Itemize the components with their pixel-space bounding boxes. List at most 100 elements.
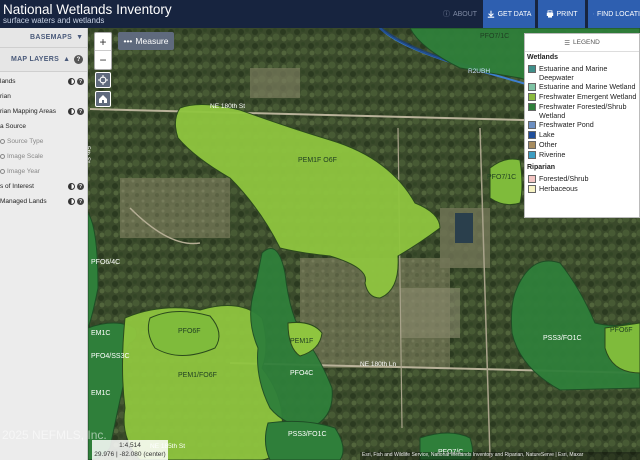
legend-item: Lake: [525, 130, 639, 140]
legend-label: Riverine: [539, 150, 566, 159]
map-label-pfo7a: PFO7/1C: [480, 33, 509, 40]
measure-button[interactable]: ••• Measure: [118, 32, 174, 50]
layer-label: Managed Lands: [0, 198, 47, 205]
legend-swatch: [528, 184, 536, 193]
road-label-1: NE 180th St: [210, 103, 245, 110]
about-label: ABOUT: [452, 10, 478, 18]
help-icon[interactable]: ?: [77, 78, 84, 85]
home-button[interactable]: [95, 91, 111, 107]
legend-tab-label: LEGEND: [573, 39, 600, 46]
legend-item: Herbaceous: [525, 184, 639, 194]
scale-text: 1:4,514: [119, 442, 141, 449]
radio-icon[interactable]: [0, 169, 5, 174]
about-button[interactable]: ⓘ ABOUT: [440, 0, 480, 28]
radio-icon[interactable]: [0, 139, 5, 144]
legend-item: Estuarine and Marine Wetland: [525, 82, 639, 92]
legend-wetlands-title: Wetlands: [527, 54, 558, 61]
layer-row-riparian-mapping-areas[interactable]: rian Mapping Areas ?: [0, 104, 87, 119]
layer-row-areas-of-interest[interactable]: s of Interest ?: [0, 179, 87, 194]
basemaps-header[interactable]: BASEMAPS ▼: [0, 28, 87, 48]
print-button[interactable]: PRINT: [538, 0, 585, 28]
layer-icons: ?: [68, 78, 84, 85]
layer-label: Source Type: [7, 138, 44, 145]
layer-label: Image Scale: [7, 153, 44, 160]
layer-label: a Source: [0, 123, 27, 130]
legend-panel: ☰ LEGEND Wetlands Estuarine and Marine D…: [524, 33, 640, 218]
layer-row-image-year[interactable]: Image Year: [0, 164, 87, 179]
scale-readout: 1:4,514 29.976 | -82.080 (center): [92, 440, 168, 460]
layer-row-wetlands[interactable]: lands ?: [0, 74, 87, 89]
nwi-mapper-app: NE 180th St NE 180th Ln 5th St NE 185th …: [0, 0, 640, 460]
legend-swatch: [528, 92, 536, 101]
map-layers-header[interactable]: MAP LAYERS ▲ ?: [0, 48, 87, 72]
map-label-pfo6f: PFO6F: [178, 328, 201, 335]
map-label-pem1: PEM1F O6F: [298, 157, 337, 164]
radio-icon[interactable]: [0, 154, 5, 159]
legend-item: Other: [525, 140, 639, 150]
legend-item: Freshwater Forested/Shrub Wetland: [525, 102, 639, 120]
opacity-icon[interactable]: [68, 78, 75, 85]
legend-swatch: [528, 64, 536, 73]
basemaps-label: BASEMAPS: [29, 34, 73, 41]
layer-row-riparian[interactable]: rian: [0, 89, 87, 104]
legend-swatch: [528, 150, 536, 159]
map-label-em1c: EM1C: [91, 330, 110, 337]
help-icon[interactable]: ?: [74, 55, 83, 64]
crosshair-icon: [98, 75, 108, 85]
legend-swatch: [528, 174, 536, 183]
chevron-up-icon: ▲: [63, 56, 70, 63]
find-location-label: FIND LOCATI: [596, 10, 640, 18]
layer-row-managed-lands[interactable]: Managed Lands ?: [0, 194, 87, 209]
legend-label: Other: [539, 140, 557, 149]
layer-icons: ?: [68, 108, 84, 115]
layer-row-source-type[interactable]: Source Type: [0, 134, 87, 149]
map-label-pfo4: PFO4/SS3C: [91, 353, 130, 360]
opacity-icon[interactable]: [68, 183, 75, 190]
help-icon[interactable]: ?: [77, 108, 84, 115]
legend-item: Freshwater Emergent Wetland: [525, 92, 639, 102]
download-icon: [487, 10, 494, 18]
print-icon: [546, 10, 553, 18]
locate-button[interactable]: [95, 72, 111, 88]
list-icon: ☰: [564, 39, 571, 47]
legend-label: Freshwater Pond: [539, 120, 594, 129]
zoom-out-button[interactable]: −: [95, 51, 111, 69]
map-label-pem1f: PEM1F: [290, 338, 313, 345]
legend-label: Estuarine and Marine Wetland: [539, 82, 636, 91]
layer-label: s of Interest: [0, 183, 34, 190]
road-label-2: NE 180th Ln: [360, 361, 397, 368]
legend-swatch: [528, 140, 536, 149]
app-header: National Wetlands Inventory surface wate…: [0, 0, 640, 28]
map-label-pss3b: PSS3/FO1C: [543, 335, 582, 342]
legend-item: Freshwater Pond: [525, 120, 639, 130]
help-icon[interactable]: ?: [77, 183, 84, 190]
map-label-pss3: PSS3/FO1C: [288, 431, 327, 438]
get-data-label: GET DATA: [497, 10, 532, 18]
home-icon: [99, 95, 107, 103]
app-title: National Wetlands Inventory: [3, 2, 172, 17]
attribution: Esri, Fish and Wildlife Service, Nationa…: [360, 452, 640, 460]
map-label-pfo4c: PFO4C: [290, 370, 313, 377]
layer-row-image-scale[interactable]: Image Scale: [0, 149, 87, 164]
legend-swatch: [528, 82, 536, 91]
find-location-button[interactable]: FIND LOCATI: [588, 0, 640, 28]
get-data-button[interactable]: GET DATA: [483, 0, 535, 28]
opacity-icon[interactable]: [68, 108, 75, 115]
search-icon: [593, 13, 594, 15]
legend-tab[interactable]: ☰ LEGEND: [525, 34, 639, 52]
legend-label: Freshwater Forested/Shrub Wetland: [539, 102, 627, 120]
layer-label: lands: [0, 78, 16, 85]
legend-label: Freshwater Emergent Wetland: [539, 92, 637, 101]
zoom-in-button[interactable]: +: [95, 33, 111, 51]
map-label-pfo6fr: PFO6F: [610, 327, 633, 334]
app-subtitle: surface waters and wetlands: [3, 16, 105, 25]
layer-row-data-source[interactable]: a Source: [0, 119, 87, 134]
legend-swatch: [528, 130, 536, 139]
zoom-control: + −: [94, 32, 112, 70]
help-icon[interactable]: ?: [77, 198, 84, 205]
legend-label: Forested/Shrub: [539, 174, 589, 183]
measure-label: Measure: [135, 36, 169, 46]
opacity-icon[interactable]: [68, 198, 75, 205]
chevron-down-icon: ▼: [76, 34, 83, 41]
print-label: PRINT: [556, 10, 578, 18]
